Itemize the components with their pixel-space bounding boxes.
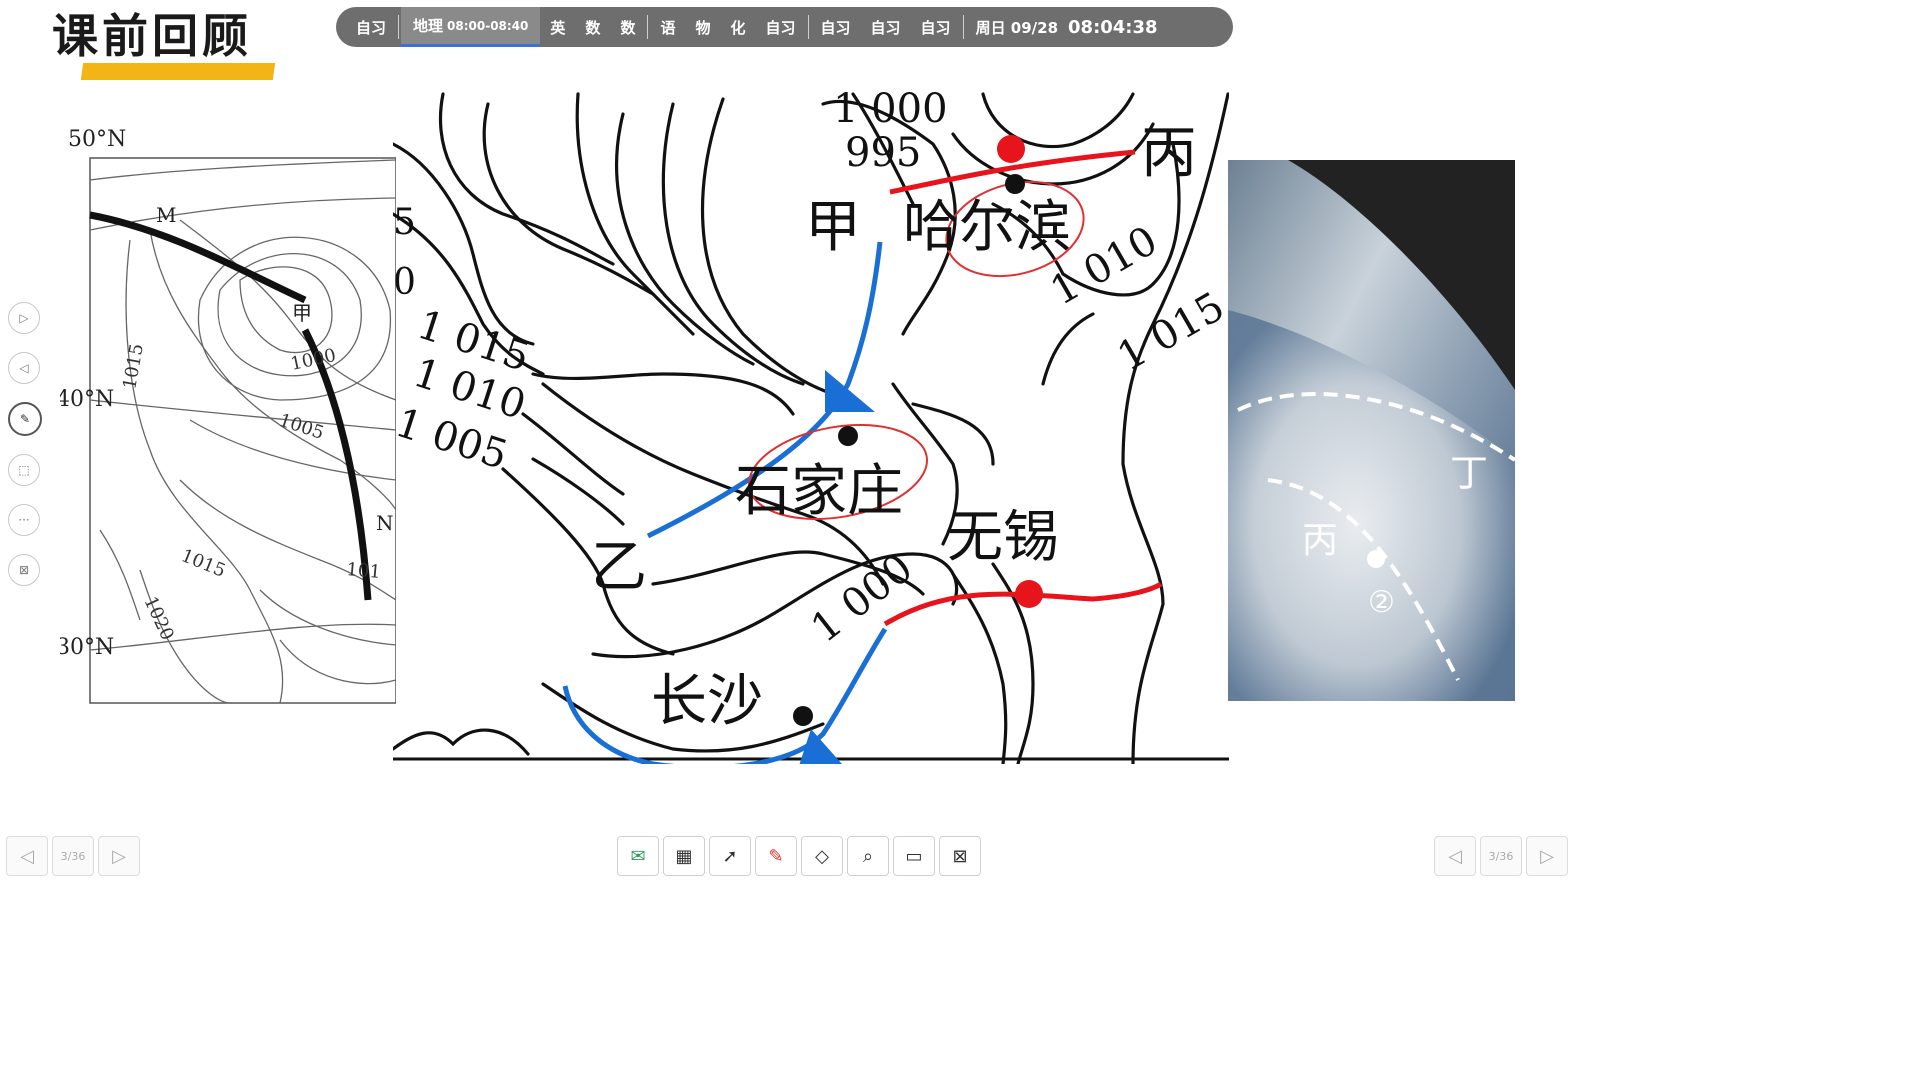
prev-page-button[interactable]: ◁: [6, 836, 48, 876]
whiteboard-icon[interactable]: ✉: [617, 836, 659, 876]
marker-label: N: [376, 511, 394, 535]
page-indicator[interactable]: 3/36: [1480, 836, 1522, 876]
divider: [962, 15, 964, 39]
isobar-label: 1 000: [803, 545, 922, 652]
page-title: 课前回顾: [52, 9, 252, 63]
left-isobar-map: 50°N 40°N 30°N M 甲 N 1015 1000 1005 1015…: [60, 127, 396, 704]
schedule-item[interactable]: 自习: [811, 17, 861, 38]
cursor-icon[interactable]: ➚: [709, 836, 751, 876]
place-label: 石家庄: [735, 459, 903, 524]
isobar-label: 1 015: [1110, 284, 1229, 381]
place-label: 哈尔滨: [903, 195, 1071, 260]
schedule-item[interactable]: 物: [685, 17, 720, 38]
photo-label: 丁: [1450, 451, 1488, 495]
place-label: 无锡: [947, 505, 1059, 570]
photo-label: 丙: [1302, 520, 1338, 561]
bottom-toolbar: ✉ ▦ ➚ ✎ ◇ ⌕ ▭ ⊠: [617, 836, 981, 876]
schedule-item[interactable]: 化: [720, 17, 755, 38]
apps-grid-icon[interactable]: ▦: [663, 836, 705, 876]
exit-presentation-icon[interactable]: ⊠: [939, 836, 981, 876]
place-label: 丙: [1141, 121, 1197, 186]
pen-tool-icon[interactable]: ✎: [755, 836, 797, 876]
schedule-item[interactable]: 数: [575, 17, 610, 38]
satellite-photo: 丁 丙 ②: [1228, 160, 1515, 701]
clipped-label: 5: [393, 202, 416, 243]
schedule-item-active[interactable]: 地理 08:00-08:40: [401, 7, 541, 47]
zoom-icon[interactable]: ⌕: [847, 836, 889, 876]
pager-left: ◁ 3/36 ▷: [6, 836, 140, 876]
clipped-label: 0: [393, 262, 416, 303]
city-dot: [838, 426, 858, 446]
side-toolbar: ▷ ◁ ✎ ⬚ ··· ⊠: [8, 302, 42, 604]
lat-label: 50°N: [68, 127, 126, 152]
screen-select-icon[interactable]: ⬚: [8, 454, 40, 486]
pen-icon[interactable]: ✎: [8, 402, 42, 436]
next-page-button[interactable]: ▷: [1526, 836, 1568, 876]
page-indicator[interactable]: 3/36: [52, 836, 94, 876]
eraser-icon[interactable]: ◇: [801, 836, 843, 876]
play-prev-icon[interactable]: ◁: [8, 352, 40, 384]
divider: [647, 15, 649, 39]
presentation-icon[interactable]: ▭: [893, 836, 935, 876]
schedule-date: 周日 09/28: [975, 18, 1059, 37]
close-screen-icon[interactable]: ⊠: [8, 554, 40, 586]
schedule-active-time: 08:00-08:40: [447, 18, 529, 33]
lat-label: 30°N: [60, 635, 114, 660]
schedule-clock: 08:04:38: [1068, 16, 1158, 38]
schedule-item[interactable]: 自习: [756, 17, 806, 38]
lat-label: 40°N: [60, 387, 114, 412]
warm-front-symbol: [1015, 580, 1043, 608]
pager-right: ◁ 3/36 ▷: [1434, 836, 1568, 876]
place-label: 长沙: [651, 669, 763, 734]
schedule-item-label: 地理: [413, 17, 444, 35]
warm-front-symbol: [997, 135, 1025, 163]
city-dot: [793, 706, 813, 726]
map-frame: [89, 157, 396, 704]
schedule-bar: 自习 地理 08:00-08:40 英 数 数 语 物 化 自习 自习 自习 自…: [336, 7, 1233, 47]
isobar-label: 1 000: [833, 86, 948, 132]
schedule-item[interactable]: 自习: [861, 17, 911, 38]
schedule-item[interactable]: 自习: [911, 17, 961, 38]
isobar-label: 101: [346, 559, 382, 583]
more-icon[interactable]: ···: [8, 504, 40, 536]
marker-label: M: [156, 203, 176, 227]
isobar-label: 995: [845, 130, 921, 176]
schedule-item[interactable]: 语: [650, 17, 685, 38]
play-next-icon[interactable]: ▷: [8, 302, 40, 334]
location-dot: [1367, 550, 1385, 568]
place-label: 乙: [591, 535, 647, 600]
city-dot: [1005, 174, 1025, 194]
next-page-button[interactable]: ▷: [98, 836, 140, 876]
center-isobar-map: 1 000 995 1 010 1 015 1 015 1 010 1 005 …: [393, 86, 1229, 764]
photo-label: ②: [1368, 585, 1395, 620]
schedule-item[interactable]: 数: [610, 17, 645, 38]
prev-page-button[interactable]: ◁: [1434, 836, 1476, 876]
schedule-item[interactable]: 自习: [346, 17, 396, 38]
place-label: 甲: [805, 195, 861, 260]
divider: [398, 15, 400, 39]
divider: [807, 15, 809, 39]
marker-label: 甲: [292, 301, 312, 325]
schedule-item[interactable]: 英: [540, 17, 575, 38]
